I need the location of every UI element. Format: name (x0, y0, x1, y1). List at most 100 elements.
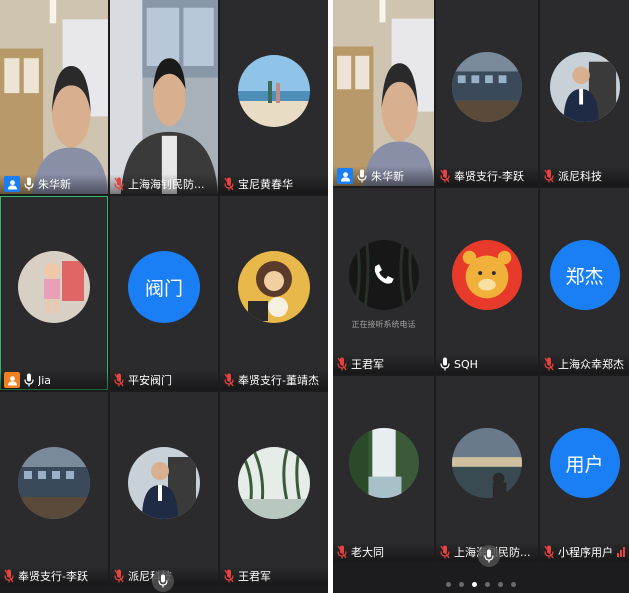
participant-label: 宝尼黄春华 (220, 174, 328, 194)
page-dot[interactable] (498, 582, 503, 587)
participant-tile[interactable]: 阀门 平安阀门 (110, 196, 218, 390)
participant-tile[interactable]: 派尼科技 (110, 392, 218, 586)
page-dot[interactable] (472, 582, 477, 587)
participant-label: 王君军 (220, 566, 328, 586)
avatar (549, 52, 620, 122)
participant-label: Jia (0, 370, 108, 390)
participant-tile[interactable]: 上海海钊民防... (110, 0, 218, 194)
page-dot[interactable] (446, 582, 451, 587)
page-indicator[interactable] (333, 582, 629, 587)
mic-muted-icon (544, 357, 554, 371)
participant-name: 朱华新 (38, 178, 71, 191)
participant-tile[interactable]: 奉贤支行-董靖杰 (220, 196, 328, 390)
avatar (348, 428, 419, 498)
participant-label: 上海众幸郑杰 (540, 354, 629, 374)
participant-label: 老大同 (333, 542, 434, 562)
video-feed (110, 0, 218, 194)
mic-muted-icon (4, 569, 14, 583)
participant-tile[interactable]: Jia (0, 196, 108, 390)
participant-tile[interactable]: 上海海钊民防... (436, 376, 538, 562)
participant-name: 朱华新 (371, 170, 404, 183)
participant-tile[interactable]: 郑杰上海众幸郑杰 (540, 188, 629, 374)
video-feed (0, 0, 108, 194)
participant-label: 小程序用户 (540, 542, 629, 562)
avatar (238, 447, 310, 519)
participant-tile[interactable]: 用户 小程序用户 (540, 376, 629, 562)
participant-label: 奉贤支行-李跃 (436, 166, 538, 186)
avatar (452, 428, 522, 498)
host-icon (337, 168, 353, 184)
mic-muted-icon (224, 373, 234, 387)
mic-muted-icon (337, 357, 347, 371)
avatar (452, 52, 522, 122)
avatar (18, 447, 90, 519)
mic-icon (357, 169, 367, 183)
host-icon (4, 176, 20, 192)
meeting-screen-left: 朱华新 上海海钊民防... 宝尼黄春华 Jia 阀门 平安阀门 奉贤支行-董靖杰 奉贤支行-李… (0, 0, 328, 593)
mic-muted-icon (114, 569, 124, 583)
call-status: 正在接听系统电话 (351, 320, 416, 329)
participant-name: 王君军 (351, 358, 384, 371)
video-feed (333, 0, 434, 186)
avatar-text: 郑杰 (549, 240, 620, 310)
participant-name: SQH (454, 357, 478, 371)
mic-muted-icon (114, 373, 124, 387)
mic-icon (440, 357, 450, 371)
participant-name: 王君军 (238, 570, 271, 583)
mic-muted-icon (224, 569, 234, 583)
participant-name: 平安阀门 (128, 374, 172, 387)
phone-icon (348, 240, 419, 310)
participant-label: 派尼科技 (540, 166, 629, 186)
participant-tile[interactable]: 派尼科技 (540, 0, 629, 186)
host-icon (4, 372, 20, 388)
mic-muted-icon (544, 169, 554, 183)
participant-tile[interactable]: 老大同 (333, 376, 434, 562)
participant-label: 朱华新 (333, 166, 434, 186)
participant-label: 王君军 (333, 354, 434, 374)
signal-icon (617, 547, 625, 557)
participant-tile[interactable]: SQH (436, 188, 538, 374)
mic-muted-icon (114, 177, 124, 191)
mic-muted-icon (440, 545, 450, 559)
page-dot[interactable] (459, 582, 464, 587)
participant-label: 平安阀门 (110, 370, 218, 390)
participant-tile[interactable]: 朱华新 (0, 0, 108, 194)
participant-name: 派尼科技 (558, 170, 602, 183)
participant-tile[interactable]: 正在接听系统电话王君军 (333, 188, 434, 374)
participant-name: 上海海钊民防... (128, 178, 205, 191)
participant-name: 老大同 (351, 546, 384, 559)
participant-tile[interactable]: 王君军 (220, 392, 328, 586)
participant-name: 奉贤支行-李跃 (18, 570, 88, 583)
avatar-text: 阀门 (128, 251, 200, 323)
mic-toggle-button[interactable] (478, 545, 500, 567)
participant-tile[interactable]: 奉贤支行-李跃 (0, 392, 108, 586)
mic-muted-icon (440, 169, 450, 183)
participant-name: 奉贤支行-李跃 (454, 170, 524, 183)
participant-name: 宝尼黄春华 (238, 178, 293, 191)
mic-icon (24, 373, 34, 387)
mic-muted-icon (544, 545, 554, 559)
participant-tile[interactable]: 宝尼黄春华 (220, 0, 328, 194)
participant-name: Jia (38, 373, 52, 387)
participant-tile[interactable]: 朱华新 (333, 0, 434, 186)
participant-label: 奉贤支行-董靖杰 (220, 370, 328, 390)
participant-name: 小程序用户 (558, 546, 613, 559)
participant-tile[interactable]: 奉贤支行-李跃 (436, 0, 538, 186)
participant-name: 上海众幸郑杰 (558, 358, 624, 371)
mic-muted-icon (337, 545, 347, 559)
mic-toggle-button[interactable] (152, 570, 174, 592)
page-dot[interactable] (485, 582, 490, 587)
avatar (238, 55, 310, 127)
avatar (18, 251, 90, 323)
participant-label: 朱华新 (0, 174, 108, 194)
participant-label: SQH (436, 354, 538, 374)
avatar (238, 251, 310, 323)
mic-icon (24, 177, 34, 191)
participant-name: 奉贤支行-董靖杰 (238, 374, 319, 387)
mic-muted-icon (224, 177, 234, 191)
avatar (452, 240, 522, 310)
avatar (128, 447, 200, 519)
avatar-text: 用户 (549, 428, 620, 498)
participant-label: 上海海钊民防... (110, 174, 218, 194)
page-dot[interactable] (511, 582, 516, 587)
